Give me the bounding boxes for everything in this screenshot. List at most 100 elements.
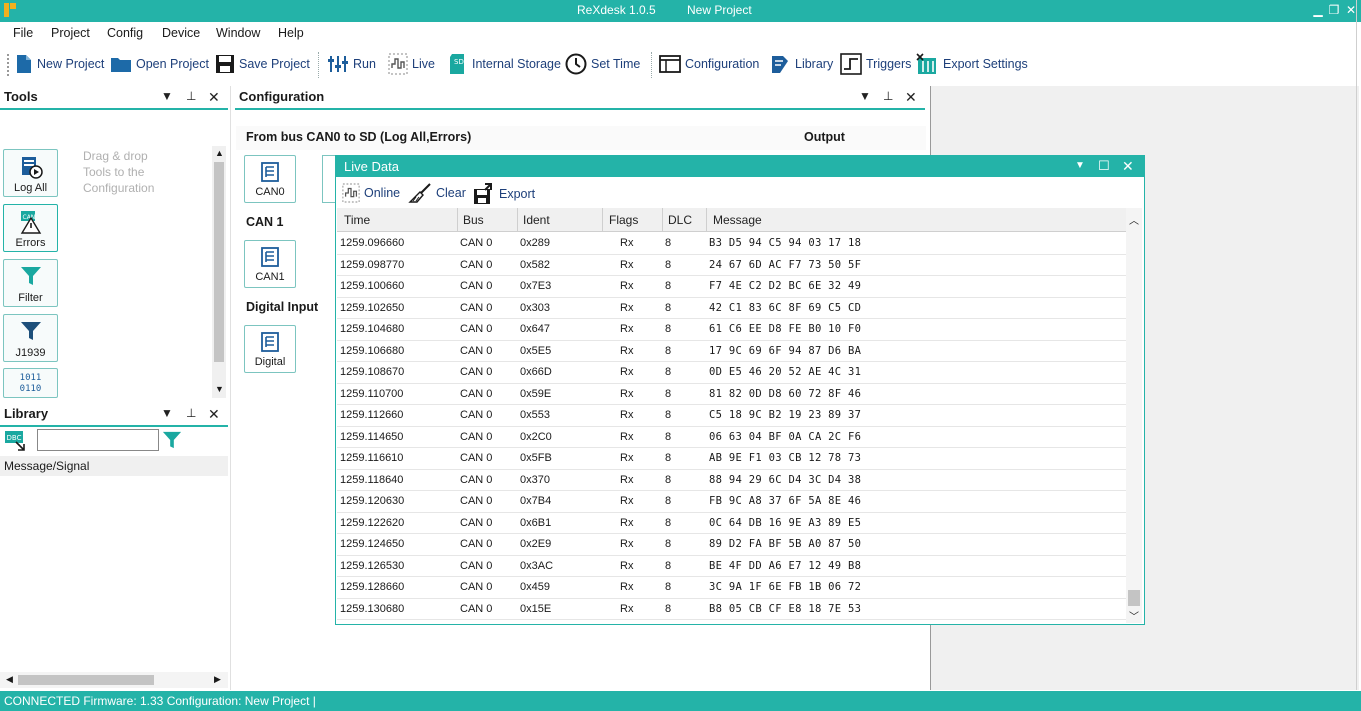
filter-tool[interactable]: Filter: [3, 259, 58, 307]
scroll-right-icon[interactable]: ▶: [214, 674, 221, 685]
pin-icon[interactable]: ⊥: [186, 406, 196, 420]
table-row[interactable]: 1259.098770 CAN 0 0x582 Rx 8 24 67 6D AC F7 7…: [337, 254, 1126, 276]
save-icon: [215, 54, 235, 74]
scroll-left-icon[interactable]: ◀: [6, 674, 13, 685]
table-row[interactable]: 1259.126530 CAN 0 0x3AC Rx 8 BE 4F DD A6 E7 1…: [337, 555, 1126, 577]
pin-icon[interactable]: ⊥: [186, 89, 196, 103]
dropdown-icon[interactable]: ▼: [161, 89, 173, 103]
can0-node[interactable]: CAN0: [244, 155, 296, 203]
live-button[interactable]: Live: [388, 52, 435, 76]
tools-scrollbar[interactable]: ▲ ▼: [212, 146, 226, 398]
library-scroll-thumb[interactable]: [18, 675, 154, 685]
table-row[interactable]: 1259.102650 CAN 0 0x303 Rx 8 42 C1 83 6C 8F 6…: [337, 297, 1126, 319]
table-row[interactable]: 1259.106680 CAN 0 0x5E5 Rx 8 17 9C 69 6F 94 8…: [337, 340, 1126, 362]
triggers-button[interactable]: Triggers: [840, 52, 911, 76]
can1-node[interactable]: CAN1: [244, 240, 296, 288]
tools-scroll-thumb[interactable]: [214, 162, 224, 362]
errors-tool[interactable]: CAN Errors: [3, 204, 58, 252]
menu-help[interactable]: Help: [278, 26, 304, 40]
close-panel-icon[interactable]: ✕: [905, 89, 917, 106]
pin-icon[interactable]: ⊥: [883, 89, 893, 103]
table-row[interactable]: 1259.096660 CAN 0 0x289 Rx 8 B3 D5 94 C5 94 0…: [337, 232, 1126, 255]
table-row[interactable]: 1259.130680 CAN 0 0x15E Rx 8 B8 05 CB CF E8 1…: [337, 598, 1126, 620]
column-bus[interactable]: Bus: [463, 213, 484, 227]
log-all-tool[interactable]: Log All: [3, 149, 58, 197]
column-message[interactable]: Message: [713, 213, 762, 227]
table-row[interactable]: 1259.108670 CAN 0 0x66D Rx 8 0D E5 46 20 52 A…: [337, 361, 1126, 384]
menu-config[interactable]: Config: [107, 26, 143, 40]
column-divider[interactable]: [457, 208, 458, 231]
close-panel-icon[interactable]: ✕: [208, 89, 220, 106]
column-divider[interactable]: [662, 208, 663, 231]
filter-funnel-icon: [4, 265, 57, 287]
maximize-icon[interactable]: ☐: [1098, 158, 1110, 174]
column-dlc[interactable]: DLC: [668, 213, 692, 227]
j1939-tool[interactable]: J1939: [3, 314, 58, 362]
cell-flags: Rx: [620, 430, 634, 443]
table-row[interactable]: 1259.112660 CAN 0 0x553 Rx 8 C5 18 9C B2 19 2…: [337, 404, 1126, 427]
j1939-label: J1939: [15, 347, 46, 359]
library-hscrollbar[interactable]: ◀ ▶: [0, 672, 228, 688]
live-data-titlebar[interactable]: Live Data ▼ ☐ ✕: [336, 156, 1144, 177]
dropdown-icon[interactable]: ▼: [1075, 160, 1085, 171]
run-button[interactable]: Run: [327, 52, 376, 76]
export-button[interactable]: Export: [473, 183, 535, 205]
library-panel-header: Library ▼ ⊥ ✕: [0, 403, 228, 427]
digital-node[interactable]: Digital: [244, 325, 296, 373]
column-divider[interactable]: [517, 208, 518, 231]
clear-button[interactable]: Clear: [408, 183, 466, 203]
table-row[interactable]: 1259.104680 CAN 0 0x647 Rx 8 61 C6 EE D8 FE B…: [337, 318, 1126, 341]
toolbar-separator: [651, 52, 652, 78]
table-row[interactable]: 1259.114650 CAN 0 0x2C0 Rx 8 06 63 04 BF 0A C…: [337, 426, 1126, 448]
live-table-scrollbar[interactable]: ︿ ﹀: [1126, 208, 1142, 623]
binary-tool[interactable]: 1011 0110: [3, 368, 58, 398]
live-scroll-thumb[interactable]: [1128, 590, 1140, 606]
scroll-down-icon[interactable]: ﹀: [1129, 608, 1139, 623]
menu-window[interactable]: Window: [216, 26, 260, 40]
column-divider[interactable]: [706, 208, 707, 231]
cell-bus: CAN 0: [460, 301, 493, 314]
table-row[interactable]: 1259.110700 CAN 0 0x59E Rx 8 81 82 0D D8 60 7…: [337, 383, 1126, 405]
table-row[interactable]: 1259.122620 CAN 0 0x6B1 Rx 8 0C 64 DB 16 9E A…: [337, 512, 1126, 534]
export-settings-button[interactable]: Export Settings: [915, 52, 1028, 76]
column-time[interactable]: Time: [344, 213, 370, 227]
close-panel-icon[interactable]: ✕: [208, 406, 220, 423]
save-project-button[interactable]: Save Project: [215, 52, 310, 76]
dropdown-icon[interactable]: ▼: [859, 89, 871, 103]
table-row[interactable]: 1259.120630 CAN 0 0x7B4 Rx 8 FB 9C A8 37 6F 5…: [337, 490, 1126, 513]
new-project-button[interactable]: New Project: [15, 52, 104, 76]
column-divider[interactable]: [602, 208, 603, 231]
menu-device[interactable]: Device: [162, 26, 200, 40]
close-icon[interactable]: ✕: [1122, 158, 1134, 175]
scroll-up-icon[interactable]: ▲: [215, 148, 224, 158]
dbc-import-button[interactable]: DBC: [4, 430, 32, 452]
table-row[interactable]: 1259.118640 CAN 0 0x370 Rx 8 88 94 29 6C D4 3…: [337, 469, 1126, 491]
online-button[interactable]: Online: [342, 183, 400, 203]
table-row[interactable]: 1259.116610 CAN 0 0x5FB Rx 8 AB 9E F1 03 CB 1…: [337, 447, 1126, 470]
library-button[interactable]: Library: [769, 52, 833, 76]
scroll-down-icon[interactable]: ▼: [215, 384, 224, 394]
toolbar-grip[interactable]: [7, 54, 12, 76]
table-row[interactable]: 1259.124650 CAN 0 0x2E9 Rx 8 89 D2 FA BF 5B A…: [337, 533, 1126, 556]
menu-file[interactable]: File: [13, 26, 33, 40]
can-node-icon: [245, 247, 295, 267]
dropdown-icon[interactable]: ▼: [161, 406, 173, 420]
cell-flags: Rx: [620, 581, 634, 593]
column-ident[interactable]: Ident: [523, 213, 550, 227]
open-project-button[interactable]: Open Project: [110, 52, 209, 76]
cell-message: 88 94 29 6C D4 3C D4 38: [709, 473, 862, 486]
minimize-button[interactable]: ▁: [1310, 2, 1326, 18]
table-row[interactable]: 1259.128660 CAN 0 0x459 Rx 8 3C 9A 1F 6E FB 1…: [337, 576, 1126, 599]
set-time-button[interactable]: Set Time: [565, 52, 640, 76]
panel-divider[interactable]: [230, 86, 231, 690]
menu-project[interactable]: Project: [51, 26, 90, 40]
table-row[interactable]: 1259.100660 CAN 0 0x7E3 Rx 8 F7 4E C2 D2 BC 6…: [337, 275, 1126, 298]
column-flags[interactable]: Flags: [609, 213, 638, 227]
library-filter-icon[interactable]: [162, 430, 182, 453]
internal-storage-button[interactable]: SD Internal Storage: [448, 52, 561, 76]
configuration-button[interactable]: Configuration: [659, 52, 759, 76]
library-search-input[interactable]: [37, 429, 159, 451]
cell-dlc: 8: [665, 366, 672, 378]
restore-button[interactable]: ❐: [1326, 2, 1342, 18]
scroll-up-icon[interactable]: ︿: [1129, 212, 1139, 227]
